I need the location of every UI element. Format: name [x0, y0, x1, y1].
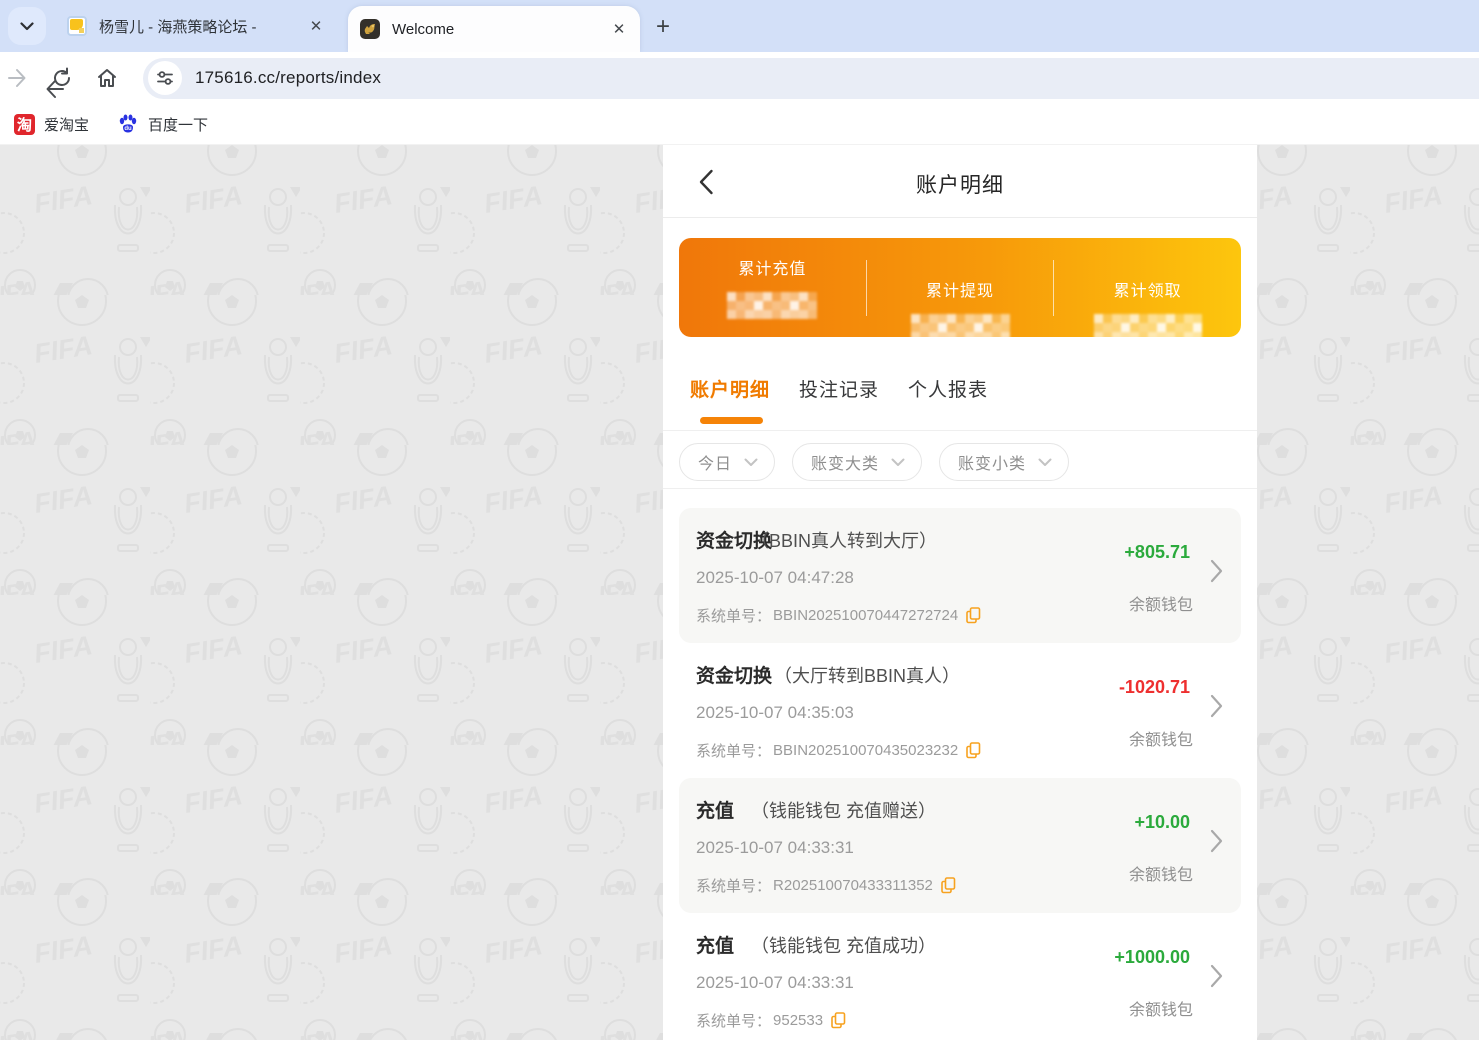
txn-subtype: （钱能钱包 充值成功） [751, 936, 936, 956]
wallet-label: 余额钱包 [1128, 732, 1193, 749]
txn-type: 资金切换 [696, 666, 773, 687]
amount: +1000.00 [1114, 947, 1190, 967]
back-arrow-icon [46, 80, 64, 98]
summary-label: 累计领取 [1113, 282, 1182, 300]
chevron-right-icon [1210, 829, 1223, 853]
page-header: 账户明细 [663, 145, 1257, 218]
copy-icon[interactable] [966, 742, 981, 759]
transaction-row[interactable]: 充值 （钱能钱包 充值赠送） 2025-10-07 04:33:31 系统单号：… [679, 778, 1241, 913]
txn-order: 系统单号： R202510070433311352 [696, 875, 956, 896]
site-settings-button[interactable] [148, 61, 182, 95]
summary-recharge: 累计充值 [679, 238, 866, 337]
url-bar[interactable]: 175616.cc/reports/index [143, 57, 1479, 99]
summary-label: 累计提现 [926, 282, 995, 300]
txn-subtype: （BBIN真人转到大厅） [751, 531, 938, 551]
filter-minor-category[interactable]: 账变小类 [939, 443, 1070, 481]
divider [663, 488, 1257, 489]
home-icon [98, 69, 116, 87]
txn-order-no: BBIN202510070435023232 [773, 742, 959, 759]
home-button[interactable] [90, 61, 124, 95]
copy-icon[interactable] [941, 877, 956, 894]
copy-icon[interactable] [966, 607, 981, 624]
chevron-right-icon [1210, 964, 1223, 988]
browser-toolbar: 175616.cc/reports/index [0, 52, 1479, 104]
txn-order-no: R202510070433311352 [773, 877, 933, 894]
txn-datetime: 2025-10-07 04:33:31 [696, 973, 854, 992]
transaction-row[interactable]: 资金切换 （大厅转到BBIN真人） 2025-10-07 04:35:03 系统… [679, 643, 1241, 778]
forward-arrow-icon [8, 69, 26, 87]
masked-value [727, 292, 818, 319]
close-tab-icon[interactable]: ✕ [303, 13, 329, 39]
page-title: 账户明细 [916, 174, 1004, 197]
browser-tab-welcome[interactable]: Welcome ✕ [348, 6, 640, 52]
url-text[interactable]: 175616.cc/reports/index [195, 68, 381, 88]
chevron-down-icon [1038, 458, 1052, 466]
tune-icon [157, 71, 173, 85]
chevron-down-icon [891, 458, 905, 466]
txn-order: 系统单号： BBIN202510070435023232 [696, 740, 981, 761]
txn-datetime: 2025-10-07 04:35:03 [696, 703, 854, 722]
txn-datetime: 2025-10-07 04:33:31 [696, 838, 854, 857]
bookmark-label: 百度一下 [148, 116, 209, 134]
welcome-favicon [360, 19, 380, 39]
new-tab-button[interactable]: + [648, 12, 678, 42]
wallet-label: 余额钱包 [1128, 867, 1193, 884]
bookmark-baidu[interactable]: du 百度一下 [117, 113, 208, 135]
tab-title: 杨雪儿 - 海燕策略论坛 - [99, 18, 257, 36]
forward-button[interactable] [0, 61, 34, 95]
masked-value [910, 313, 1010, 341]
wallet-label: 余额钱包 [1128, 1002, 1193, 1019]
amount: +805.71 [1124, 542, 1190, 562]
section-tabs: 账户明细 投注记录 个人报表 [690, 375, 1017, 402]
browser-tab-strip: 杨雪儿 - 海燕策略论坛 - ✕ Welcome ✕ + [0, 0, 1479, 52]
masked-value [1093, 313, 1202, 341]
divider [663, 430, 1257, 431]
filter-date[interactable]: 今日 [679, 443, 776, 481]
amount: -1020.71 [1118, 677, 1190, 697]
chevron-right-icon [1210, 559, 1223, 583]
tab-bet-records[interactable]: 投注记录 [799, 375, 879, 402]
amount: +10.00 [1134, 812, 1190, 832]
bookmarks-bar: 淘 爱淘宝 du 百度一下 [0, 104, 1479, 145]
wallet-label: 余额钱包 [1128, 597, 1193, 614]
chevron-right-icon [1210, 694, 1223, 718]
chevron-down-icon [20, 21, 34, 30]
taobao-icon: 淘 [14, 113, 35, 135]
tab-title: Welcome [392, 20, 455, 38]
txn-order-no: 952533 [773, 1012, 824, 1029]
summary-withdraw: 累计提现 [865, 259, 1054, 341]
txn-order: 系统单号： 952533 [696, 1010, 846, 1031]
svg-text:du: du [124, 126, 132, 132]
back-button[interactable] [42, 76, 68, 102]
page-background: FIFA FIFA 账户明细 累计充值 累计提现 [0, 145, 1479, 1040]
txn-order: 系统单号： BBIN202510070447272724 [696, 605, 981, 626]
txn-subtype: （大厅转到BBIN真人） [774, 666, 961, 686]
txn-datetime: 2025-10-07 04:47:28 [696, 568, 854, 587]
bookmark-taobao[interactable]: 淘 爱淘宝 [14, 113, 90, 135]
summary-claim: 累计领取 [1053, 259, 1241, 341]
summary-card: 累计充值 累计提现 累计领取 [679, 238, 1241, 341]
transaction-row[interactable]: 资金切换 （BBIN真人转到大厅） 2025-10-07 04:47:28 系统… [679, 508, 1241, 643]
browser-tab-forum[interactable]: 杨雪儿 - 海燕策略论坛 - ✕ [55, 0, 337, 52]
txn-subtype: （钱能钱包 充值赠送） [751, 801, 936, 821]
copy-icon[interactable] [831, 1012, 846, 1029]
txn-type: 充值 [696, 936, 735, 957]
txn-type: 充值 [696, 801, 735, 822]
bookmark-label: 爱淘宝 [44, 116, 90, 134]
tab-search-button[interactable] [8, 7, 46, 45]
txn-order-no: BBIN202510070447272724 [773, 607, 959, 624]
close-tab-icon[interactable]: ✕ [606, 16, 632, 42]
baidu-paw-icon: du [117, 113, 139, 135]
summary-label: 累计充值 [738, 261, 807, 278]
account-detail-panel: 账户明细 累计充值 累计提现 累计领取 账户明细 投注记录 个人报表 今日 账变… [663, 145, 1257, 1040]
chevron-down-icon [744, 458, 758, 466]
filter-major-category[interactable]: 账变大类 [792, 443, 923, 481]
tab-account-detail[interactable]: 账户明细 [690, 375, 770, 402]
forum-favicon [67, 16, 87, 36]
tab-personal-report[interactable]: 个人报表 [908, 375, 988, 402]
active-tab-underline [700, 417, 763, 424]
transaction-row[interactable]: 充值 （钱能钱包 充值成功） 2025-10-07 04:33:31 系统单号：… [679, 913, 1241, 1048]
filter-row: 今日 账变大类 账变小类 [679, 443, 1086, 481]
